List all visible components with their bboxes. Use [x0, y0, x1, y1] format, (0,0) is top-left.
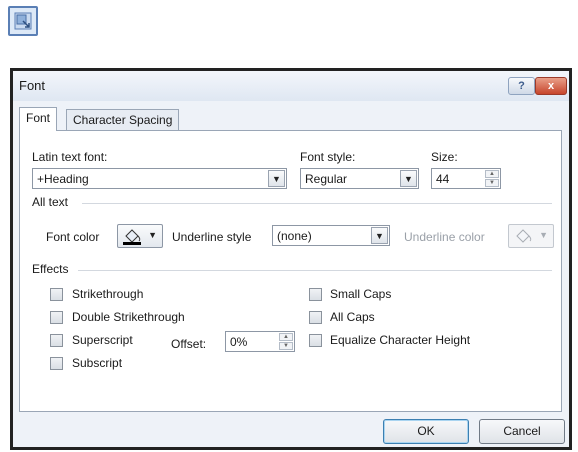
underline-color-label: Underline color	[404, 230, 485, 244]
section-divider	[78, 270, 552, 271]
tab-font-label: Font	[26, 111, 51, 125]
all-text-heading: All text	[32, 195, 69, 209]
size-value: 44	[436, 172, 450, 186]
equalize-height-checkbox[interactable]	[309, 334, 322, 347]
all-caps-label: All Caps	[330, 310, 375, 324]
superscript-label: Superscript	[72, 333, 133, 347]
chevron-down-icon[interactable]: ▼	[371, 227, 388, 244]
chevron-down-icon[interactable]: ▼	[268, 170, 285, 187]
paint-bucket-icon	[123, 229, 141, 245]
spin-up-icon[interactable]: ▲	[485, 170, 499, 178]
latin-font-select[interactable]: +Heading ▼	[32, 168, 287, 189]
title-bar: Font ? x	[13, 71, 569, 101]
size-spinner[interactable]: 44 ▲ ▼	[431, 168, 501, 189]
tab-character-spacing-label: Character Spacing	[73, 113, 173, 127]
offset-spinner[interactable]: 0% ▲ ▼	[225, 331, 295, 352]
help-button[interactable]: ?	[508, 77, 535, 95]
chevron-down-icon: ▼	[539, 230, 548, 240]
font-color-button[interactable]: ▼	[117, 224, 163, 248]
close-button[interactable]: x	[535, 77, 567, 95]
latin-font-label: Latin text font:	[32, 150, 108, 164]
section-divider	[82, 203, 552, 204]
font-style-value: Regular	[305, 172, 348, 186]
underline-style-value: (none)	[277, 229, 312, 243]
font-style-select[interactable]: Regular ▼	[300, 168, 419, 189]
spin-down-icon[interactable]: ▼	[485, 179, 499, 187]
subscript-label: Subscript	[72, 356, 123, 370]
tab-font[interactable]: Font	[19, 107, 58, 131]
underline-color-button: ▼	[508, 224, 554, 248]
small-caps-checkbox[interactable]	[309, 288, 322, 301]
size-label: Size:	[431, 150, 458, 164]
cancel-button[interactable]: Cancel	[479, 419, 565, 444]
chevron-down-icon[interactable]: ▼	[400, 170, 417, 187]
underline-style-select[interactable]: (none) ▼	[272, 225, 390, 246]
font-dialog: Font ? x Font Character Spacing Latin te…	[10, 68, 572, 450]
equalize-height-label: Equalize Character Height	[330, 333, 471, 347]
offset-value: 0%	[230, 335, 248, 349]
subscript-checkbox[interactable]	[50, 357, 63, 370]
effects-heading: Effects	[32, 262, 69, 276]
double-strikethrough-checkbox[interactable]	[50, 311, 63, 324]
latin-font-value: +Heading	[37, 172, 89, 186]
launcher-glyph-icon	[14, 12, 32, 30]
double-strikethrough-label: Double Strikethrough	[72, 310, 185, 324]
font-color-label: Font color	[46, 230, 100, 244]
tab-character-spacing[interactable]: Character Spacing	[66, 109, 180, 131]
font-style-label: Font style:	[300, 150, 356, 164]
dialog-title: Font	[19, 78, 46, 93]
font-tab-panel: Latin text font: +Heading ▼ Font style: …	[19, 130, 562, 412]
spin-down-icon[interactable]: ▼	[279, 342, 293, 350]
strikethrough-checkbox[interactable]	[50, 288, 63, 301]
paint-bucket-icon	[516, 229, 532, 243]
dialog-launcher-icon[interactable]	[8, 6, 38, 36]
underline-style-label: Underline style	[172, 230, 252, 244]
ok-button[interactable]: OK	[383, 419, 469, 444]
spin-up-icon[interactable]: ▲	[279, 333, 293, 341]
chevron-down-icon: ▼	[148, 230, 157, 240]
superscript-checkbox[interactable]	[50, 334, 63, 347]
strikethrough-label: Strikethrough	[72, 287, 144, 301]
all-caps-checkbox[interactable]	[309, 311, 322, 324]
small-caps-label: Small Caps	[330, 287, 392, 301]
offset-label: Offset:	[171, 337, 207, 351]
